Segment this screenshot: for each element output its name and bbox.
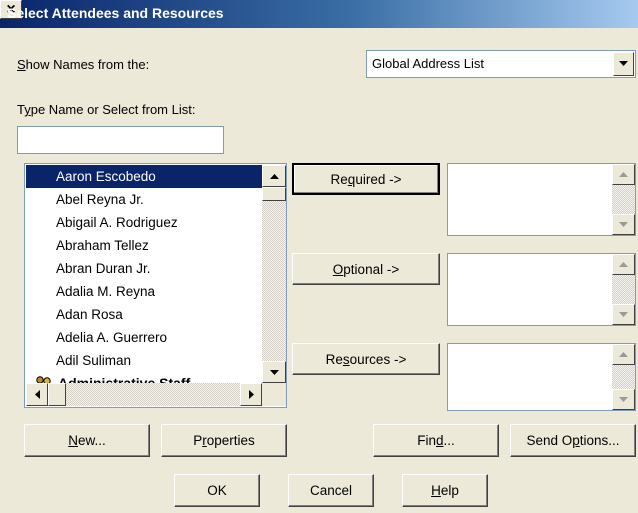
dialog-title: Select Attendees and Resources — [7, 5, 224, 21]
list-item-label: Abran Duran Jr. — [56, 261, 151, 276]
scroll-down-button[interactable] — [612, 214, 635, 235]
chevron-down-icon — [619, 61, 628, 66]
arrow-down-icon — [269, 369, 279, 375]
scroll-left-button[interactable] — [26, 383, 48, 406]
ok-button[interactable]: OK — [174, 474, 260, 507]
arrow-up-icon — [619, 172, 628, 177]
list-item[interactable]: Adalia M. Reyna — [26, 280, 262, 303]
arrow-down-icon — [619, 312, 628, 317]
arrow-up-icon — [619, 262, 628, 267]
arrow-down-icon — [619, 222, 628, 227]
hscroll-thumb[interactable] — [48, 383, 66, 406]
list-item[interactable]: Adelia A. Guerrero — [26, 326, 262, 349]
arrow-down-icon — [619, 397, 628, 402]
scroll-up-button[interactable] — [612, 254, 635, 275]
optional-scrollbar[interactable] — [612, 254, 635, 325]
names-listbox[interactable]: Aaron Escobedo Abel Reyna Jr. Abigail A. R… — [24, 163, 287, 408]
send-options-button[interactable]: Send Op tions... — [510, 424, 636, 457]
list-item-label: Adil Suliman — [56, 353, 132, 368]
arrow-up-icon — [269, 173, 279, 179]
list-item-label: Adelia A. Guerrero — [56, 330, 168, 345]
show-names-label: Show Names from the: — [17, 57, 149, 72]
list-item[interactable]: Abel Reyna Jr. — [26, 188, 262, 211]
resources-button[interactable]: Re s ources -> — [292, 343, 440, 375]
scroll-down-button[interactable] — [612, 304, 635, 325]
list-item[interactable]: Abigail A. Rodriguez — [26, 211, 262, 234]
list-item[interactable]: Aaron Escobedo — [26, 165, 262, 188]
list-item-label: Adalia M. Reyna — [56, 284, 156, 299]
properties-button[interactable]: Pr operties — [161, 424, 287, 457]
scroll-down-button[interactable] — [612, 389, 635, 410]
resources-scrollbar[interactable] — [612, 344, 635, 410]
scroll-right-button[interactable] — [240, 383, 262, 406]
required-button[interactable]: Re q uired -> — [292, 163, 440, 195]
list-item[interactable]: Adil Suliman — [26, 349, 262, 372]
type-name-label: Type Name or Select from List: — [17, 102, 195, 117]
show-names-label-text: how Names from the: — [25, 57, 150, 72]
vertical-scrollbar[interactable] — [262, 165, 286, 383]
list-item-label: Abel Reyna Jr. — [56, 192, 144, 207]
list-item-label: Abraham Tellez — [56, 238, 149, 253]
required-scrollbar[interactable] — [612, 164, 635, 235]
list-item-label: Adan Rosa — [56, 307, 123, 322]
address-list-dropdown[interactable]: Global Address List — [366, 50, 636, 78]
list-item[interactable]: Abraham Tellez — [26, 234, 262, 257]
scrollbar-corner — [262, 383, 286, 406]
find-button[interactable]: Fin d... — [373, 424, 499, 457]
scroll-thumb[interactable] — [262, 187, 286, 201]
arrow-right-icon — [248, 390, 254, 399]
name-search-input[interactable] — [17, 126, 224, 154]
address-list-value: Global Address List — [372, 56, 485, 71]
list-item[interactable]: Abran Duran Jr. — [26, 257, 262, 280]
list-item[interactable]: Adan Rosa — [26, 303, 262, 326]
cancel-button[interactable]: Cancel — [288, 474, 374, 507]
scroll-up-button[interactable] — [612, 344, 635, 365]
scroll-down-button[interactable] — [262, 361, 286, 383]
type-name-label-text: pe Name or Select from List: — [30, 102, 196, 117]
show-names-label-key: S — [17, 57, 26, 72]
optional-attendees-box[interactable] — [447, 253, 636, 326]
scroll-up-button[interactable] — [262, 165, 286, 187]
list-item-label: Abigail A. Rodriguez — [56, 215, 178, 230]
arrow-left-icon — [34, 390, 40, 399]
scroll-up-button[interactable] — [612, 164, 635, 185]
dropdown-button[interactable] — [613, 52, 634, 76]
arrow-up-icon — [619, 352, 628, 357]
resources-box[interactable] — [447, 343, 636, 411]
horizontal-scrollbar[interactable] — [26, 383, 262, 406]
new-button[interactable]: New... — [24, 424, 150, 457]
optional-button[interactable]: Optional -> — [292, 253, 440, 285]
required-attendees-box[interactable] — [447, 163, 636, 236]
help-button[interactable]: Help — [402, 474, 488, 507]
list-item-label: Aaron Escobedo — [56, 169, 156, 184]
title-bar: Select Attendees and Resources × — [0, 0, 638, 28]
